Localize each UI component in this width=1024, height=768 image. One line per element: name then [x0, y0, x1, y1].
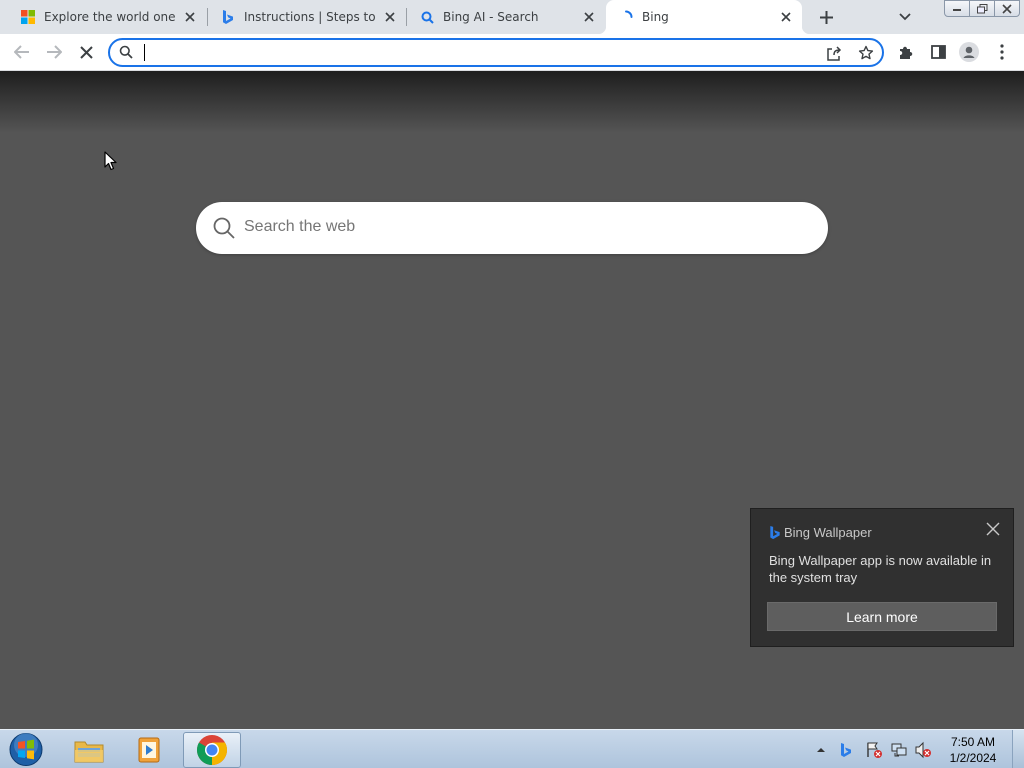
close-window-button[interactable] [994, 0, 1020, 17]
close-icon[interactable] [985, 521, 1001, 537]
text-caret [144, 44, 145, 61]
restore-button[interactable] [969, 0, 995, 17]
bookmark-star-icon[interactable] [856, 44, 876, 62]
tab-bing[interactable]: Bing [598, 0, 810, 34]
close-tab-icon[interactable] [182, 9, 198, 25]
microsoft-icon [20, 9, 36, 25]
notification-app-name: Bing Wallpaper [784, 525, 872, 540]
close-tab-icon[interactable] [581, 9, 597, 25]
notification-message: Bing Wallpaper app is now available in t… [769, 553, 992, 585]
bing-icon [220, 9, 236, 25]
clock-time: 7:50 AM [950, 735, 996, 749]
forward-button[interactable] [42, 40, 66, 64]
side-panel-icon[interactable] [927, 41, 949, 63]
address-input[interactable] [142, 43, 802, 62]
profile-avatar-icon[interactable] [958, 41, 980, 63]
bing-search-box[interactable]: Search the web [196, 202, 828, 254]
volume-muted-icon[interactable] [914, 741, 932, 759]
tab-strip: Explore the world one ph Instructions | … [0, 0, 1024, 34]
search-placeholder: Search the web [244, 218, 356, 235]
stop-loading-button[interactable] [74, 40, 98, 64]
close-tab-icon[interactable] [778, 9, 794, 25]
minimize-button[interactable] [944, 0, 970, 17]
close-tab-icon[interactable] [382, 9, 398, 25]
tab-title: Bing AI - Search [443, 10, 539, 24]
tab-title: Bing [642, 10, 669, 24]
bing-icon [770, 525, 780, 539]
start-button[interactable] [6, 731, 46, 768]
tab-title: Explore the world one ph [44, 10, 176, 24]
action-center-flag-icon[interactable] [865, 741, 883, 759]
browser-toolbar [0, 34, 1024, 71]
bing-wallpaper-notification: Bing Wallpaper Bing Wallpaper app is now… [750, 508, 1014, 647]
window-controls [944, 0, 1020, 17]
network-icon[interactable] [890, 741, 908, 759]
tab-title: Instructions | Steps to ins [244, 10, 376, 24]
web-page-content: Search the web Bing Wallpaper Bing Wallp… [0, 71, 1024, 729]
tab-instructions[interactable]: Instructions | Steps to ins [208, 0, 406, 34]
show-desktop-button[interactable] [1012, 730, 1024, 768]
mouse-cursor-icon [104, 151, 117, 171]
extensions-puzzle-icon[interactable] [895, 41, 917, 63]
notification-header: Bing Wallpaper [769, 525, 872, 540]
chrome-icon[interactable] [183, 732, 241, 768]
learn-more-button[interactable]: Learn more [767, 602, 997, 631]
taskbar: 7:50 AM 1/2/2024 [0, 729, 1024, 768]
search-icon [419, 9, 435, 25]
system-clock[interactable]: 7:50 AM 1/2/2024 [940, 734, 1006, 766]
clock-date: 1/2/2024 [949, 751, 997, 765]
search-icon [119, 45, 133, 59]
tab-bing-ai-search[interactable]: Bing AI - Search [407, 0, 605, 34]
share-icon[interactable] [824, 44, 844, 62]
loading-spinner-icon [618, 9, 634, 25]
search-icon [213, 217, 235, 239]
new-tab-button[interactable] [815, 7, 837, 27]
file-explorer-icon[interactable] [60, 732, 118, 768]
media-player-icon[interactable] [120, 732, 178, 768]
menu-kebab-icon[interactable] [991, 41, 1013, 63]
tab-search-chevron-icon[interactable] [895, 8, 915, 26]
bing-tray-icon[interactable] [837, 741, 855, 759]
address-bar[interactable] [108, 38, 884, 67]
header-gradient [0, 71, 1024, 133]
tab-explore[interactable]: Explore the world one ph [8, 0, 206, 34]
show-hidden-icons-chevron-icon[interactable] [812, 741, 830, 759]
back-button[interactable] [10, 40, 34, 64]
